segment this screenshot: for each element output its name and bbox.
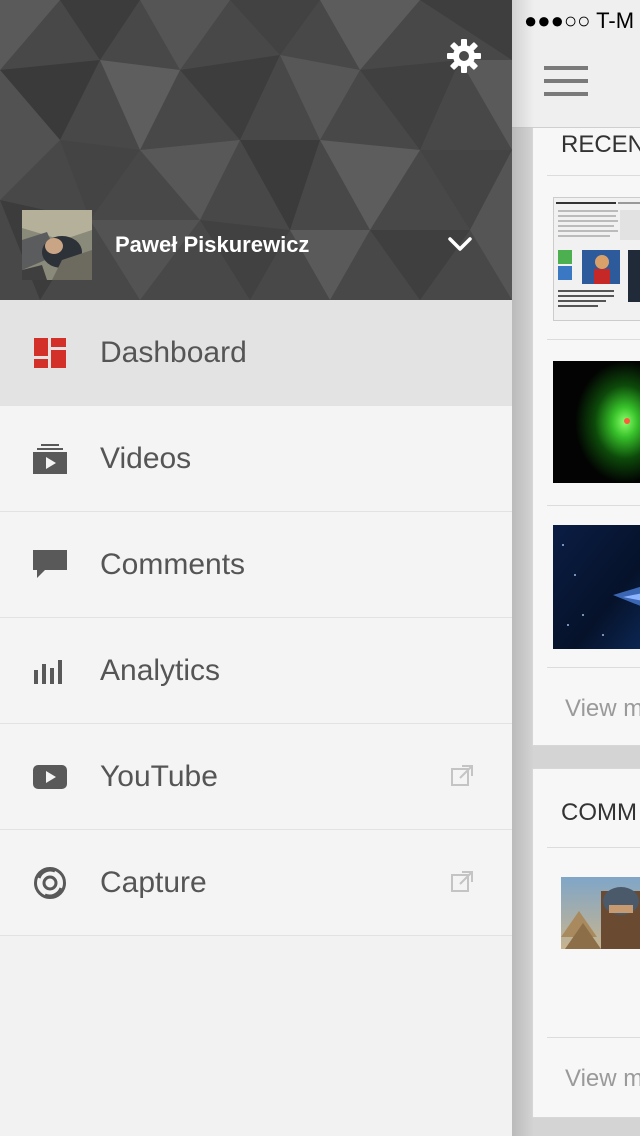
external-link-icon: [451, 871, 473, 892]
view-more-comments-link[interactable]: View m: [565, 1065, 640, 1093]
video-thumbnail[interactable]: [553, 361, 640, 483]
youtube-icon: [32, 761, 68, 793]
menu-item-capture[interactable]: Capture: [0, 830, 512, 936]
recent-videos-card: RECEN View m: [532, 118, 640, 746]
comment-avatar: [561, 877, 640, 949]
drawer-menu: Dashboard Videos Comments Analytics YouT…: [0, 300, 512, 936]
video-thumbnail[interactable]: [553, 525, 640, 649]
gear-icon: [447, 39, 481, 73]
comments-title: COMM: [561, 799, 637, 826]
menu-item-label: Comments: [100, 548, 246, 581]
main-screen: ●●●○○ T-M RECEN View m COMM View m: [512, 0, 640, 1136]
menu-item-label: Dashboard: [100, 336, 247, 369]
comment-icon: [32, 549, 68, 581]
view-more-videos-link[interactable]: View m: [565, 695, 640, 723]
video-thumbnail[interactable]: [553, 197, 640, 321]
top-bar: ●●●○○ T-M: [512, 0, 640, 128]
comments-card: COMM View m: [532, 768, 640, 1118]
navigation-drawer: Paweł Piskurewicz Dashboard Videos Comme…: [0, 0, 512, 1136]
status-bar-carrier: ●●●○○ T-M: [524, 8, 635, 33]
analytics-icon: [32, 655, 68, 687]
menu-icon[interactable]: [544, 66, 588, 100]
dashboard-icon: [32, 337, 68, 369]
drawer-header: Paweł Piskurewicz: [0, 0, 512, 300]
menu-item-label: YouTube: [100, 760, 218, 793]
avatar[interactable]: [22, 210, 92, 280]
menu-item-youtube[interactable]: YouTube: [0, 724, 512, 830]
capture-icon: [32, 867, 68, 899]
settings-button[interactable]: [444, 36, 484, 76]
videos-icon: [32, 443, 68, 475]
chevron-down-icon: [448, 237, 472, 251]
recent-videos-title: RECEN: [561, 131, 640, 158]
account-switcher-button[interactable]: [442, 226, 478, 262]
menu-item-dashboard[interactable]: Dashboard: [0, 300, 512, 406]
menu-item-label: Capture: [100, 866, 207, 899]
menu-item-label: Videos: [100, 442, 192, 475]
menu-item-videos[interactable]: Videos: [0, 406, 512, 512]
external-link-icon: [451, 765, 473, 786]
menu-item-label: Analytics: [100, 654, 221, 687]
user-name: Paweł Piskurewicz: [115, 232, 310, 257]
menu-item-comments[interactable]: Comments: [0, 512, 512, 618]
menu-item-analytics[interactable]: Analytics: [0, 618, 512, 724]
